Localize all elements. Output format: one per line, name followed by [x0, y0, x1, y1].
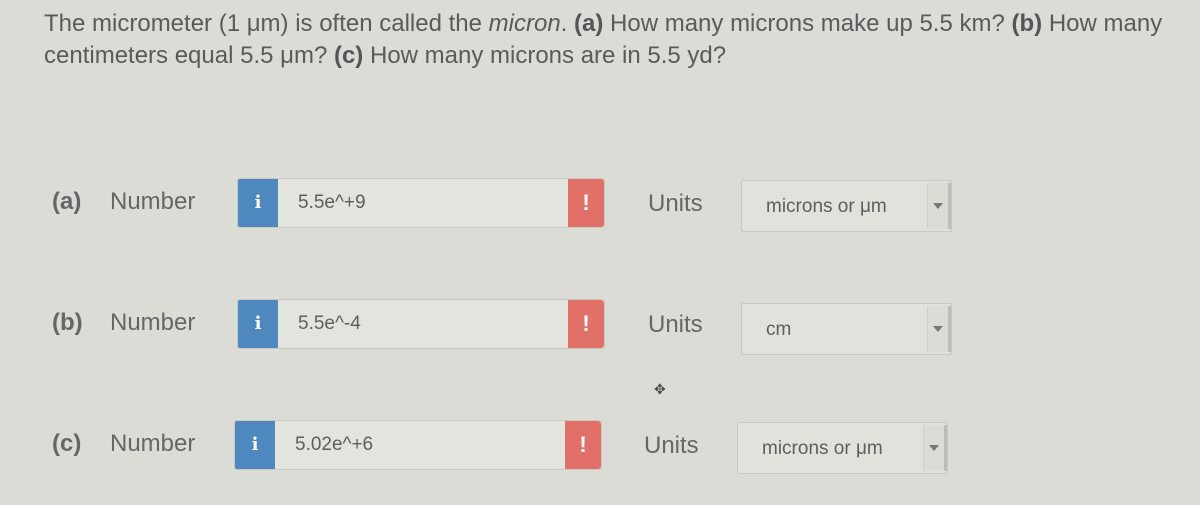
- question-text: The micrometer (1 μm) is often called th…: [44, 8, 1194, 72]
- warning-icon[interactable]: !: [568, 300, 604, 348]
- number-input-c[interactable]: i 5.02e^+6 !: [234, 420, 602, 470]
- selected-unit: microns or μm: [762, 438, 883, 459]
- warning-icon[interactable]: !: [565, 421, 601, 469]
- question-label-c: (c): [333, 42, 364, 69]
- warning-icon[interactable]: !: [568, 179, 604, 227]
- chevron-down-icon[interactable]: [927, 306, 951, 352]
- number-value[interactable]: 5.5e^-4: [298, 300, 361, 348]
- chevron-down-icon[interactable]: [923, 425, 947, 471]
- info-icon[interactable]: i: [238, 179, 278, 227]
- selected-unit: cm: [766, 319, 792, 340]
- question-part: The micrometer (1 μm) is often called th…: [44, 10, 489, 37]
- answer-row-b: (b) Number i 5.5e^-4 ! Units cm: [0, 299, 1200, 355]
- question-italic: micron: [488, 10, 561, 37]
- units-label: Units: [644, 432, 699, 459]
- chevron-down-icon[interactable]: [927, 183, 951, 229]
- number-label: Number: [110, 188, 196, 215]
- number-label: Number: [110, 430, 196, 457]
- question-part: .: [560, 10, 575, 37]
- part-label: (a): [52, 188, 82, 215]
- answer-row-a: (a) Number i 5.5e^+9 ! Units microns or …: [0, 178, 1200, 234]
- number-label: Number: [110, 309, 196, 336]
- number-input-b[interactable]: i 5.5e^-4 !: [237, 299, 605, 349]
- question-label-b: (b): [1011, 10, 1043, 37]
- number-input-a[interactable]: i 5.5e^+9 !: [237, 178, 605, 228]
- selected-unit: microns or μm: [766, 196, 887, 217]
- mouse-cursor-icon: ✥: [654, 381, 666, 397]
- part-label: (c): [52, 430, 82, 457]
- info-icon[interactable]: i: [235, 421, 275, 469]
- question-part-a: How many microns make up 5.5 km?: [603, 10, 1012, 37]
- units-select-c[interactable]: microns or μm: [737, 422, 948, 474]
- question-label-a: (a): [574, 10, 604, 37]
- units-label: Units: [648, 311, 703, 338]
- answer-row-c: (c) Number i 5.02e^+6 ! Units microns or…: [0, 420, 1200, 476]
- units-select-b[interactable]: cm: [741, 303, 952, 355]
- units-select-a[interactable]: microns or μm: [741, 180, 952, 232]
- number-value[interactable]: 5.5e^+9: [298, 179, 366, 227]
- number-value[interactable]: 5.02e^+6: [295, 421, 373, 469]
- question-part-c: How many microns are in 5.5 yd?: [363, 42, 727, 69]
- info-icon[interactable]: i: [238, 300, 278, 348]
- part-label: (b): [52, 309, 83, 336]
- units-label: Units: [648, 190, 703, 217]
